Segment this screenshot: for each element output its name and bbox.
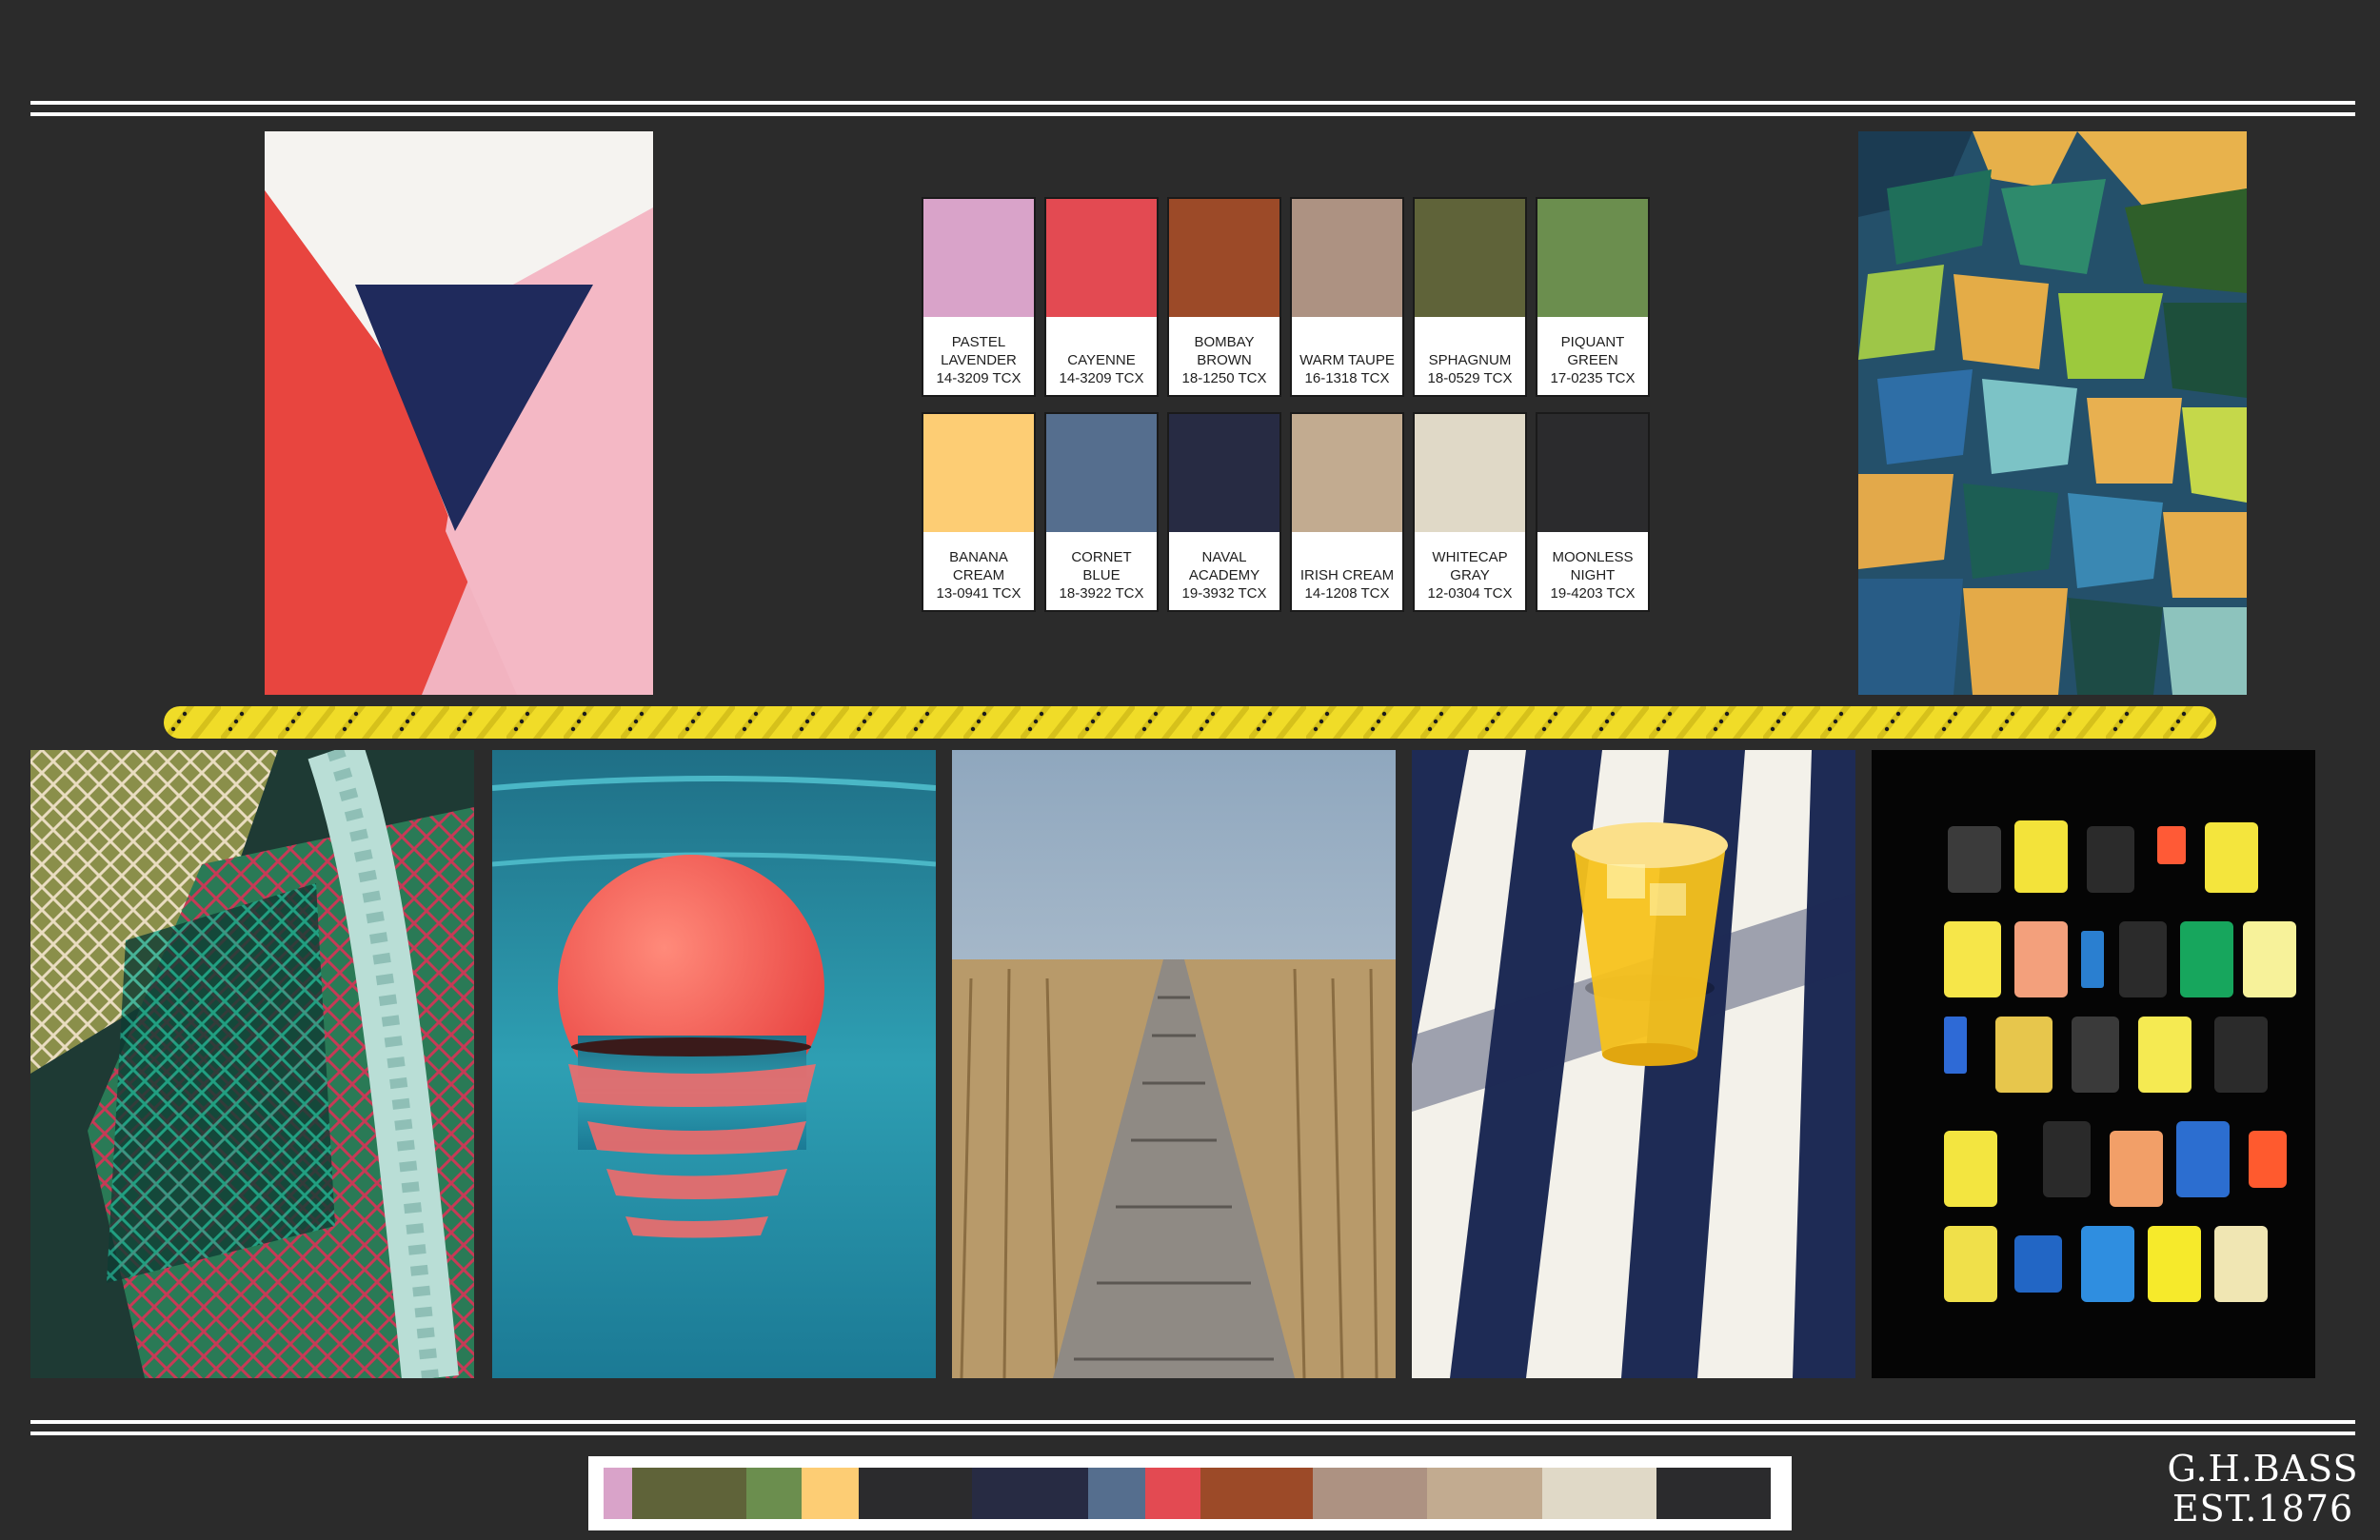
chip-swatch	[1046, 414, 1157, 532]
chip-color-name: SPHAGNUM	[1428, 352, 1512, 368]
palette-segment	[859, 1468, 972, 1519]
bottom-rule-1	[30, 1420, 2355, 1424]
orange-buoy-image	[492, 750, 936, 1378]
containers-flatlay-image	[1872, 750, 2315, 1378]
chip-swatch	[923, 199, 1034, 317]
abstract-painting-image	[1858, 131, 2247, 695]
chip-label: WARM TAUPE 16-1318 TCX	[1292, 317, 1402, 395]
palette-segment	[746, 1468, 803, 1519]
chip-color-code: 14-1208 TCX	[1304, 585, 1390, 602]
pantone-chip: BOMBAY BROWN 18-1250 TCX	[1167, 197, 1281, 397]
pantone-chip: CAYENNE 14-3209 TCX	[1044, 197, 1159, 397]
chip-color-name: WARM TAUPE	[1299, 352, 1395, 368]
palette-segment	[604, 1468, 633, 1519]
chip-color-code: 18-1250 TCX	[1181, 370, 1267, 386]
palette-segment	[1427, 1468, 1542, 1519]
pantone-chip: CORNET BLUE 18-3922 TCX	[1044, 412, 1159, 612]
chip-swatch	[1169, 414, 1279, 532]
pantone-chip: WARM TAUPE 16-1318 TCX	[1290, 197, 1404, 397]
chip-color-code: 18-0529 TCX	[1427, 370, 1513, 386]
palette-segment	[632, 1468, 747, 1519]
chip-color-name: NAVAL ACADEMY	[1188, 549, 1260, 583]
chip-swatch	[923, 414, 1034, 532]
color-palette-bar	[588, 1456, 1792, 1530]
pantone-chip: WHITECAP GRAY 12-0304 TCX	[1413, 412, 1527, 612]
chip-color-code: 16-1318 TCX	[1304, 370, 1390, 386]
chip-label: IRISH CREAM 14-1208 TCX	[1292, 532, 1402, 610]
pantone-chip: MOONLESS NIGHT 19-4203 TCX	[1536, 412, 1650, 612]
chip-swatch	[1292, 199, 1402, 317]
chip-color-code: 13-0941 TCX	[936, 585, 1021, 602]
boardwalk-reeds-image	[952, 750, 1396, 1378]
brand-logo: G.H.BASS EST.1876	[2153, 1449, 2372, 1529]
chip-label: PIQUANT GREEN 17-0235 TCX	[1537, 317, 1648, 395]
top-rule-1	[30, 101, 2355, 105]
palette-segment	[802, 1468, 860, 1519]
yellow-rope-image	[164, 704, 2216, 740]
chip-label: WHITECAP GRAY 12-0304 TCX	[1415, 532, 1525, 610]
chip-label: CORNET BLUE 18-3922 TCX	[1046, 532, 1157, 610]
palette-segment	[1656, 1468, 1772, 1519]
brand-established: EST.1876	[2172, 1488, 2354, 1530]
chip-color-name: PASTEL LAVENDER	[941, 334, 1017, 368]
chip-color-name: CORNET BLUE	[1071, 549, 1132, 583]
chip-color-code: 14-3209 TCX	[1059, 370, 1144, 386]
chip-color-code: 19-3932 TCX	[1181, 585, 1267, 602]
chip-color-code: 18-3922 TCX	[1059, 585, 1144, 602]
pantone-chip: BANANA CREAM 13-0941 TCX	[922, 412, 1036, 612]
chip-label: BOMBAY BROWN 18-1250 TCX	[1169, 317, 1279, 395]
palette-segment	[1144, 1468, 1201, 1519]
chip-label: BANANA CREAM 13-0941 TCX	[923, 532, 1034, 610]
pantone-chip: NAVAL ACADEMY 19-3932 TCX	[1167, 412, 1281, 612]
striped-drink-image	[1412, 750, 1855, 1378]
chip-swatch	[1415, 199, 1525, 317]
chip-swatch	[1537, 414, 1648, 532]
chip-swatch	[1292, 414, 1402, 532]
chip-color-name: BOMBAY BROWN	[1194, 334, 1255, 368]
chip-swatch	[1537, 199, 1648, 317]
chip-color-name: CAYENNE	[1067, 352, 1136, 368]
chip-label: PASTEL LAVENDER 14-3209 TCX	[923, 317, 1034, 395]
palette-segment	[1313, 1468, 1428, 1519]
pantone-chip: SPHAGNUM 18-0529 TCX	[1413, 197, 1527, 397]
pantone-chip-grid: PASTEL LAVENDER 14-3209 TCX CAYENNE 14-3209…	[922, 197, 1653, 612]
chip-label: NAVAL ACADEMY 19-3932 TCX	[1169, 532, 1279, 610]
chip-label: MOONLESS NIGHT 19-4203 TCX	[1537, 532, 1648, 610]
chip-color-name: PIQUANT GREEN	[1560, 334, 1625, 368]
pantone-chip: IRISH CREAM 14-1208 TCX	[1290, 412, 1404, 612]
palette-segment	[1200, 1468, 1314, 1519]
bottom-rule-2	[30, 1431, 2355, 1435]
palette-segment	[1087, 1468, 1145, 1519]
pantone-chip: PIQUANT GREEN 17-0235 TCX	[1536, 197, 1650, 397]
chip-color-code: 19-4203 TCX	[1550, 585, 1636, 602]
chip-color-name: MOONLESS NIGHT	[1552, 549, 1634, 583]
geometric-paper-image	[265, 131, 653, 695]
chip-swatch	[1046, 199, 1157, 317]
chip-label: SPHAGNUM 18-0529 TCX	[1415, 317, 1525, 395]
chip-swatch	[1169, 199, 1279, 317]
pantone-chip: PASTEL LAVENDER 14-3209 TCX	[922, 197, 1036, 397]
chip-color-code: 14-3209 TCX	[936, 370, 1021, 386]
chip-label: CAYENNE 14-3209 TCX	[1046, 317, 1157, 395]
chip-color-code: 17-0235 TCX	[1550, 370, 1636, 386]
chip-swatch	[1415, 414, 1525, 532]
palette-segment	[971, 1468, 1088, 1519]
chip-color-code: 12-0304 TCX	[1427, 585, 1513, 602]
top-rule-2	[30, 112, 2355, 116]
fishing-nets-image	[30, 750, 474, 1378]
brand-name: G.H.BASS	[2167, 1448, 2359, 1490]
chip-color-name: BANANA CREAM	[949, 549, 1008, 583]
palette-segment	[1541, 1468, 1656, 1519]
chip-color-name: WHITECAP GRAY	[1432, 549, 1508, 583]
chip-color-name: IRISH CREAM	[1299, 567, 1395, 583]
